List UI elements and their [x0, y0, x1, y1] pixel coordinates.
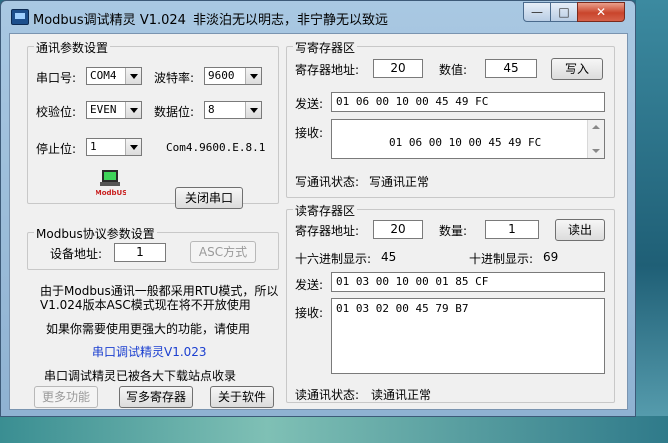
chevron-down-icon[interactable]	[245, 68, 261, 84]
dec-display-value: 69	[543, 250, 559, 264]
write-register-group: 写寄存器区 寄存器地址: 20 数值: 45 写入 发送: 01 06 00 1…	[286, 39, 615, 198]
baud-label: 波特率:	[154, 71, 195, 85]
window-motto: 非淡泊无以明志，非宁静无以致远	[193, 13, 389, 28]
hex-display-label: 十六进制显示:	[295, 252, 372, 266]
dec-display-label: 十进制显示:	[469, 252, 534, 266]
desktop-background	[636, 0, 668, 443]
device-address-input[interactable]: 1	[114, 243, 166, 262]
write-recv-text: 01 06 00 10 00 45 49 FC	[388, 136, 542, 149]
read-address-label: 寄存器地址:	[295, 224, 360, 238]
info-line-2: V1.024版本ASC模式现在将不开放使用	[40, 298, 251, 312]
write-recv-scrollbar[interactable]	[587, 120, 604, 158]
chevron-down-icon[interactable]	[245, 102, 261, 118]
write-recv-field[interactable]: 01 06 00 10 00 45 49 FC	[331, 119, 605, 159]
scroll-up-icon[interactable]	[592, 125, 600, 129]
stopbits-select[interactable]: 1	[86, 138, 142, 156]
comm-settings-title: 通讯参数设置	[34, 39, 111, 56]
info-line-4: 串口调试精灵已被各大下载站点收录	[44, 369, 237, 383]
read-count-input[interactable]: 1	[485, 220, 539, 239]
databits-label: 数据位:	[154, 105, 195, 119]
modbus-logo-icon: ModbUS	[96, 170, 126, 197]
maximize-button[interactable]: □	[550, 2, 578, 22]
window-title: Modbus调试精灵 V1.024	[33, 13, 186, 28]
read-button[interactable]: 读出	[555, 219, 605, 241]
read-send-label: 发送:	[295, 278, 324, 292]
hex-display-value: 45	[381, 250, 397, 264]
app-icon	[11, 9, 29, 25]
protocol-settings-title: Modbus协议参数设置	[34, 225, 157, 242]
close-button[interactable]: ✕	[577, 2, 625, 22]
parity-label: 校验位:	[36, 105, 77, 119]
read-register-group: 读寄存器区 寄存器地址: 20 数量: 1 读出 十六进制显示: 45 十进制显…	[286, 202, 615, 403]
client-area: 通讯参数设置 串口号: COM4 波特率: 9600 校验位: EVEN 数据位…	[9, 33, 628, 410]
read-status-value: 读通讯正常	[371, 388, 432, 402]
asc-mode-button[interactable]: ASC方式	[190, 241, 256, 263]
write-value-label: 数值:	[439, 63, 468, 77]
comm-settings-group: 通讯参数设置 串口号: COM4 波特率: 9600 校验位: EVEN 数据位…	[27, 39, 279, 209]
about-button[interactable]: 关于软件	[210, 386, 274, 408]
close-port-button[interactable]: 关闭串口	[175, 187, 243, 209]
read-send-field[interactable]: 01 03 00 10 00 01 85 CF	[331, 272, 605, 292]
parity-select[interactable]: EVEN	[86, 101, 142, 119]
write-multi-registers-button[interactable]: 写多寄存器	[119, 386, 193, 408]
write-recv-label: 接收:	[295, 126, 324, 140]
write-button[interactable]: 写入	[551, 58, 603, 80]
databits-value: 8	[208, 103, 215, 116]
device-address-label: 设备地址:	[50, 247, 103, 261]
baud-value: 9600	[208, 69, 235, 82]
scroll-down-icon[interactable]	[592, 149, 600, 153]
port-select[interactable]: COM4	[86, 67, 142, 85]
read-address-input[interactable]: 20	[373, 220, 423, 239]
comm-summary: Com4.9600.E.8.1	[166, 141, 266, 154]
databits-select[interactable]: 8	[204, 101, 262, 119]
read-status-label: 读通讯状态:	[295, 388, 360, 402]
write-address-label: 寄存器地址:	[295, 63, 360, 77]
chevron-down-icon[interactable]	[125, 68, 141, 84]
more-features-button[interactable]: 更多功能	[34, 386, 98, 408]
write-send-label: 发送:	[295, 97, 324, 111]
chevron-down-icon[interactable]	[125, 102, 141, 118]
modbus-logo-text: ModbUS	[96, 189, 126, 197]
write-register-title: 写寄存器区	[293, 39, 358, 56]
write-value-input[interactable]: 45	[485, 59, 537, 78]
read-register-title: 读寄存器区	[293, 202, 358, 219]
desktop-background-bottom	[0, 416, 668, 443]
write-status-value: 写通讯正常	[369, 175, 430, 189]
read-recv-field[interactable]: 01 03 02 00 45 79 B7	[331, 298, 605, 374]
stopbits-value: 1	[90, 140, 97, 153]
write-send-field[interactable]: 01 06 00 10 00 45 49 FC	[331, 92, 605, 112]
app-window: Modbus调试精灵 V1.024 非淡泊无以明志，非宁静无以致远 — □ ✕ …	[0, 0, 636, 417]
port-value: COM4	[90, 69, 117, 82]
write-address-input[interactable]: 20	[373, 59, 423, 78]
serial-tool-link[interactable]: 串口调试精灵V1.023	[92, 343, 207, 360]
parity-value: EVEN	[90, 103, 117, 116]
protocol-settings-group: Modbus协议参数设置 设备地址: 1 ASC方式	[27, 225, 279, 270]
read-count-label: 数量:	[439, 224, 468, 238]
stopbits-label: 停止位:	[36, 142, 77, 156]
port-label: 串口号:	[36, 71, 77, 85]
minimize-button[interactable]: —	[523, 2, 551, 22]
chevron-down-icon[interactable]	[125, 139, 141, 155]
info-line-3: 如果你需要使用更强大的功能，请使用	[46, 322, 251, 336]
write-status-label: 写通讯状态:	[295, 175, 360, 189]
title-bar[interactable]: Modbus调试精灵 V1.024 非淡泊无以明志，非宁静无以致远 — □ ✕	[1, 1, 635, 33]
read-recv-label: 接收:	[295, 306, 324, 320]
baud-select[interactable]: 9600	[204, 67, 262, 85]
